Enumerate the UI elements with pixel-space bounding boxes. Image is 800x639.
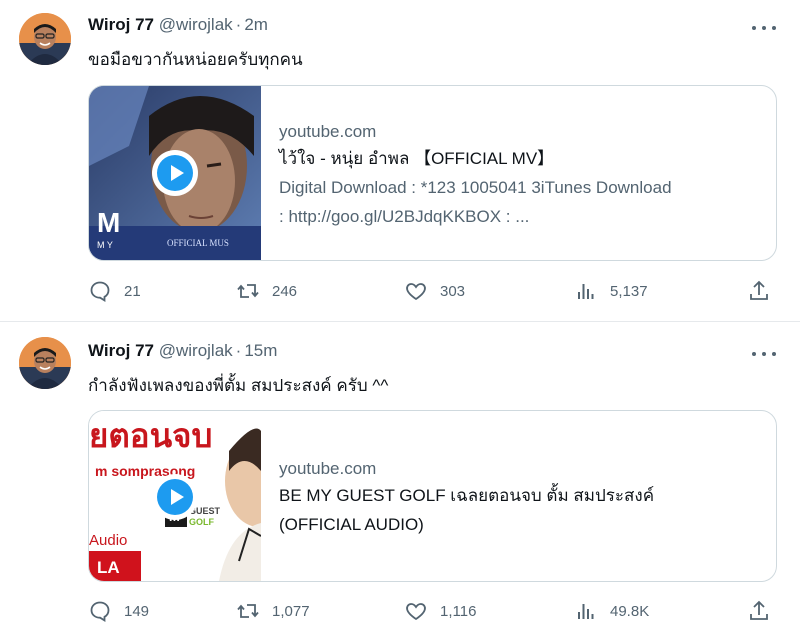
tweet-actions: 21 246 303 5,137: [88, 279, 778, 303]
separator-dot: ·: [235, 15, 242, 34]
play-icon[interactable]: [152, 474, 198, 520]
avatar[interactable]: [19, 13, 71, 65]
retweet-button[interactable]: 1,077: [236, 599, 310, 623]
reply-icon: [90, 281, 110, 303]
avatar[interactable]: [19, 337, 71, 389]
more-icon[interactable]: [752, 23, 776, 33]
avatar-image: [19, 13, 71, 65]
like-count: 1,116: [440, 602, 477, 620]
author-handle[interactable]: @wirojlak: [159, 15, 233, 34]
card-description-line: : http://goo.gl/U2BJdqKKBOX : ...: [279, 207, 530, 226]
thumbnail-sub: M Y: [97, 240, 113, 250]
author-handle[interactable]: @wirojlak: [159, 341, 233, 360]
reply-count: 21: [124, 282, 141, 300]
card-text: youtube.com BE MY GUEST GOLF เฉลยตอนจบ ต…: [279, 457, 762, 539]
views-icon: [578, 604, 594, 619]
heart-icon: [406, 283, 426, 301]
retweet-button[interactable]: 246: [236, 279, 297, 303]
tweet-header: Wiroj 77 @wirojlak · 2m: [88, 15, 268, 35]
play-icon[interactable]: [152, 150, 198, 196]
tweet-text: กำลังฟังเพลงของพี่ตั้ม สมประสงค์ ครับ ^^: [88, 376, 389, 395]
card-domain: youtube.com: [279, 459, 377, 478]
retweet-count: 246: [272, 282, 298, 300]
retweet-count: 1,077: [272, 602, 310, 620]
tweet-header: Wiroj 77 @wirojlak · 15m: [88, 341, 277, 361]
card-text: youtube.com ไว้ใจ - หนุ่ย อำพล 【OFFICIAL…: [279, 120, 762, 231]
card-title: ไว้ใจ - หนุ่ย อำพล 【OFFICIAL MV】: [279, 149, 555, 168]
reply-button[interactable]: 149: [88, 599, 149, 623]
thumbnail-caption: OFFICIAL MUS: [167, 238, 229, 248]
like-count: 303: [440, 282, 466, 300]
like-button[interactable]: 1,116: [404, 599, 476, 623]
views-button[interactable]: 5,137: [574, 279, 648, 303]
thumbnail-audio: Audio: [89, 532, 127, 549]
author-name[interactable]: Wiroj 77: [88, 341, 154, 360]
retweet-icon: [237, 604, 259, 618]
tweet-actions: 149 1,077 1,116 49.8K: [88, 599, 778, 623]
views-count: 5,137: [610, 282, 648, 300]
tweet[interactable]: Wiroj 77 @wirojlak · 2m ขอมือขวากันหน่อยคร…: [0, 0, 800, 322]
views-icon: [578, 284, 594, 299]
card-description-line: Digital Download : *123 1005041 3iTunes …: [279, 178, 672, 197]
card-description-line: (OFFICIAL AUDIO): [279, 515, 424, 534]
views-count: 49.8K: [610, 602, 650, 620]
tweet-text: ขอมือขวากันหน่อยครับทุกคน: [88, 50, 303, 69]
share-button[interactable]: [747, 599, 771, 623]
thumbnail-label: LA: [97, 558, 120, 577]
link-card[interactable]: M M Y OFFICIAL MUS youtube.com ไว้ใจ - ห…: [88, 85, 777, 261]
share-icon: [750, 600, 768, 620]
tweet-time[interactable]: 2m: [244, 15, 268, 34]
author-name[interactable]: Wiroj 77: [88, 15, 154, 34]
thumbnail-logo: M: [97, 207, 120, 238]
retweet-icon: [237, 284, 259, 298]
card-domain: youtube.com: [279, 122, 377, 141]
thumbnail-badge-golf: GOLF: [189, 517, 214, 527]
share-button[interactable]: [747, 279, 771, 303]
heart-icon: [406, 603, 426, 621]
reply-button[interactable]: 21: [88, 279, 141, 303]
share-icon: [750, 280, 768, 300]
tweet[interactable]: Wiroj 77 @wirojlak · 15m กำลังฟังเพลงของพี…: [0, 322, 800, 639]
reply-icon: [90, 601, 110, 623]
thumbnail-title: ยตอนจบ: [89, 416, 212, 455]
link-card[interactable]: ยตอนจบ m somprasong M GUEST GOLF Audio L…: [88, 410, 777, 582]
like-button[interactable]: 303: [404, 279, 465, 303]
more-icon[interactable]: [752, 349, 776, 359]
card-title: BE MY GUEST GOLF เฉลยตอนจบ ตั้ม สมประสงค…: [279, 486, 655, 505]
tweet-time[interactable]: 15m: [244, 341, 277, 360]
views-button[interactable]: 49.8K: [574, 599, 649, 623]
reply-count: 149: [124, 602, 150, 620]
separator-dot: ·: [235, 341, 242, 360]
avatar-image: [19, 337, 71, 389]
